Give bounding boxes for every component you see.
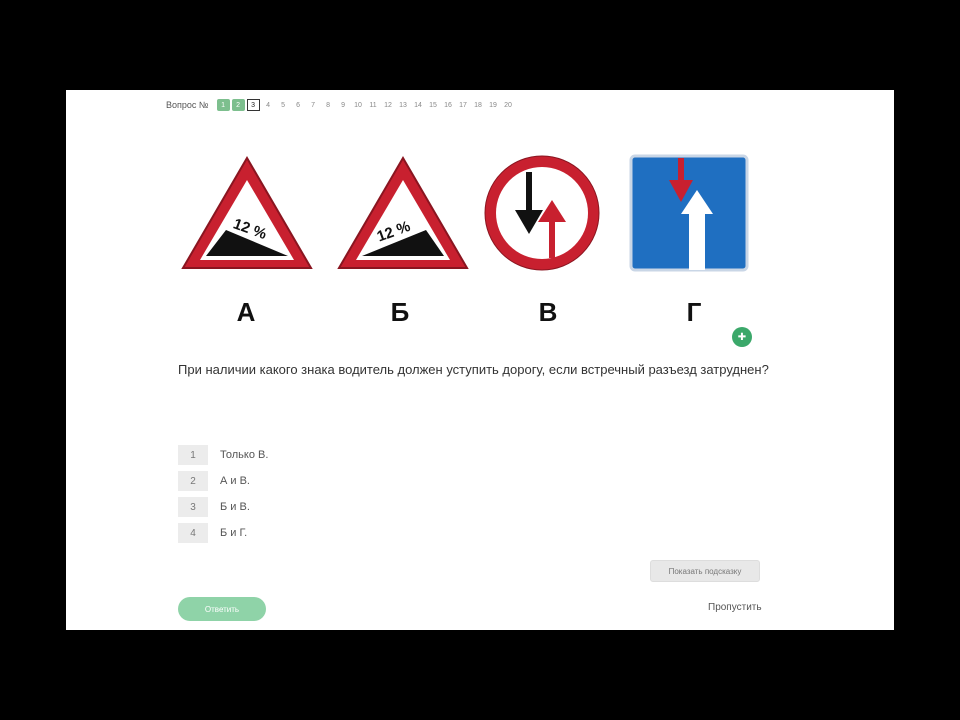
question-nav-cell[interactable]: 13 (397, 99, 410, 111)
help-icon[interactable]: ✚ (732, 327, 752, 347)
answer-option-4[interactable]: 4 Б и Г. (178, 520, 268, 546)
question-nav-cell[interactable]: 2 (231, 99, 245, 111)
sign-label-v: В (538, 297, 558, 327)
answer-option-2[interactable]: 2 А и В. (178, 468, 268, 494)
answer-number: 3 (178, 497, 208, 517)
answer-number: 1 (178, 445, 208, 465)
answer-text: Б и Г. (220, 527, 248, 539)
question-nav-cell[interactable]: 12 (382, 99, 395, 111)
quiz-screen: Вопрос № 1 2 3 4 5 6 7 8 9 10 11 12 13 14 15 16 17 18 19 20… (66, 90, 894, 630)
question-nav-cell[interactable]: 3 (246, 99, 260, 111)
answer-option-3[interactable]: 3 Б и В. (178, 494, 268, 520)
question-nav-cell[interactable]: 9 (337, 99, 350, 111)
sign-label-a: А (236, 297, 256, 327)
question-number-label: Вопрос № (166, 100, 209, 110)
answer-number: 2 (178, 471, 208, 491)
sign-priority-over-oncoming (629, 154, 749, 272)
hint-button[interactable]: Показать подсказку (650, 560, 760, 582)
answer-list: 1 Только В. 2 А и В. 3 Б и В. 4 Б и Г. (178, 442, 268, 546)
question-nav-cell[interactable]: 11 (367, 99, 380, 111)
question-nav-cell[interactable]: 1 (216, 99, 230, 111)
answer-text: А и В. (220, 475, 250, 487)
answer-number: 4 (178, 523, 208, 543)
answer-option-1[interactable]: 1 Только В. (178, 442, 268, 468)
question-nav-cell[interactable]: 18 (472, 99, 485, 111)
skip-link[interactable]: Пропустить (708, 602, 762, 613)
question-nav-cell[interactable]: 7 (307, 99, 320, 111)
question-nav-cell[interactable]: 8 (322, 99, 335, 111)
sign-label-b: Б (390, 297, 410, 327)
question-nav-cell[interactable]: 17 (457, 99, 470, 111)
question-nav-cell[interactable]: 19 (487, 99, 500, 111)
question-nav-cell[interactable]: 6 (292, 99, 305, 111)
question-nav-cell[interactable]: 10 (352, 99, 365, 111)
sign-give-way-oncoming (481, 152, 603, 274)
question-nav-cell[interactable]: 4 (262, 99, 275, 111)
sign-steep-descent: 12 % (178, 152, 316, 274)
question-nav-cell[interactable]: 20 (502, 99, 515, 111)
question-text: При наличии какого знака водитель должен… (178, 362, 769, 377)
question-nav-cell[interactable]: 15 (427, 99, 440, 111)
question-nav-cell[interactable]: 16 (442, 99, 455, 111)
sign-steep-ascent: 12 % (334, 152, 472, 274)
question-nav-cell[interactable]: 14 (412, 99, 425, 111)
answer-text: Б и В. (220, 501, 250, 513)
question-navigator: Вопрос № 1 2 3 4 5 6 7 8 9 10 11 12 13 14 15 16 17 18 19 20 (166, 98, 515, 112)
answer-text: Только В. (220, 449, 269, 461)
answer-button[interactable]: Ответить (178, 597, 266, 621)
question-nav-cell[interactable]: 5 (277, 99, 290, 111)
sign-label-g: Г (686, 297, 702, 327)
